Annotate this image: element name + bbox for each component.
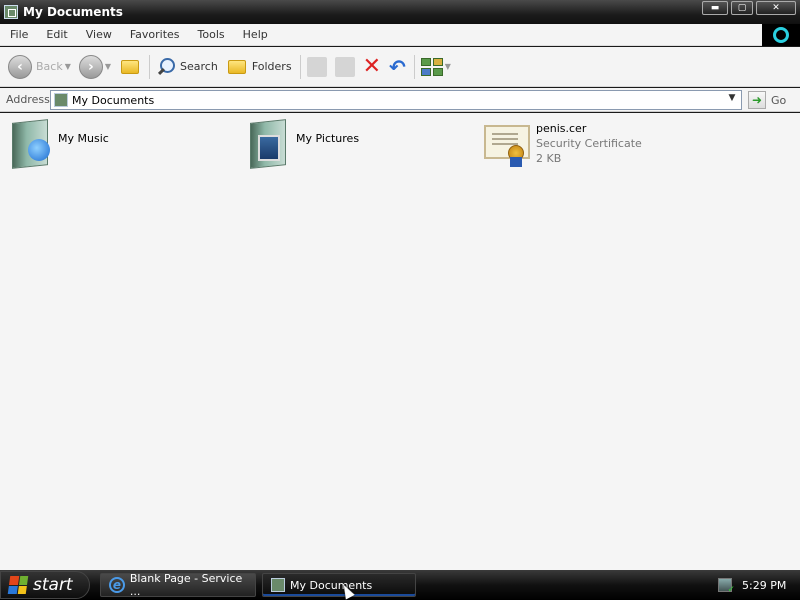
forward-arrow-icon: › xyxy=(78,54,103,79)
views-button[interactable]: ▼ xyxy=(420,57,451,76)
security-center-icon[interactable] xyxy=(718,578,735,595)
undo-icon: ↶ xyxy=(389,54,406,79)
certificate-icon xyxy=(482,121,532,167)
start-label: start xyxy=(33,575,73,595)
chevron-down-icon[interactable]: ▼ xyxy=(725,93,739,107)
taskbar-item-blank-page[interactable]: e Blank Page - Service ... xyxy=(100,572,256,598)
chevron-down-icon[interactable]: ▼ xyxy=(65,62,71,71)
back-arrow-icon: ‹ xyxy=(8,54,32,79)
address-label: Address xyxy=(6,93,50,106)
file-view[interactable]: My Music My Pictures penis.cer Security … xyxy=(0,113,800,570)
chevron-down-icon[interactable]: ▼ xyxy=(445,62,451,71)
my-documents-icon xyxy=(271,578,285,592)
menu-bar: File Edit View Favorites Tools Help xyxy=(0,24,800,46)
file-name: penis.cer xyxy=(536,122,587,135)
toolbar-divider xyxy=(149,54,151,79)
my-documents-icon xyxy=(4,5,18,19)
file-item-my-pictures[interactable]: My Pictures xyxy=(246,119,360,169)
back-button[interactable]: ‹ Back ▼ xyxy=(8,54,71,79)
taskbar-item-label: My Documents xyxy=(290,578,373,592)
toolbar-divider xyxy=(299,54,301,79)
address-value: My Documents xyxy=(72,93,155,107)
copy-to-button[interactable] xyxy=(334,56,355,77)
delete-button[interactable]: ✕ xyxy=(362,53,381,79)
undo-button[interactable]: ↶ xyxy=(389,55,406,79)
file-type: Security Certificate xyxy=(536,137,642,150)
file-item-certificate[interactable]: penis.cer Security Certificate 2 KB xyxy=(482,121,642,167)
back-label: Back xyxy=(36,60,63,73)
folders-button[interactable]: Folders xyxy=(226,56,292,78)
views-icon xyxy=(420,57,443,76)
delete-icon: ✕ xyxy=(362,53,381,79)
windows-logo-icon xyxy=(762,24,800,46)
address-input[interactable]: My Documents ▼ xyxy=(50,90,742,110)
menu-help[interactable]: Help xyxy=(233,28,276,41)
up-folder-icon xyxy=(119,56,141,78)
search-button[interactable]: Search xyxy=(156,57,218,77)
windows-flag-icon xyxy=(7,576,29,594)
title-bar: My Documents ▬ ▢ ✕ xyxy=(0,0,800,24)
file-item-my-music[interactable]: My Music xyxy=(8,119,109,169)
close-button[interactable]: ✕ xyxy=(756,1,796,15)
go-label: Go xyxy=(771,93,787,107)
address-bar: Address My Documents ▼ ➜ Go xyxy=(0,88,800,112)
chevron-down-icon[interactable]: ▼ xyxy=(105,62,111,71)
music-folder-icon xyxy=(8,119,54,169)
up-folder-button[interactable] xyxy=(119,56,141,78)
menu-favorites[interactable]: Favorites xyxy=(120,28,188,41)
system-tray: 5:29 PM xyxy=(710,572,800,598)
toolbar: ‹ Back ▼ › ▼ Search Folders ✕ ↶ ▼ xyxy=(0,47,800,87)
file-name: My Music xyxy=(58,132,109,145)
clock[interactable]: 5:29 PM xyxy=(742,579,786,592)
maximize-button[interactable]: ▢ xyxy=(731,1,753,15)
folder-icon xyxy=(226,56,248,78)
window-title: My Documents xyxy=(23,5,123,19)
move-to-button[interactable] xyxy=(306,56,327,77)
ie-icon: e xyxy=(109,577,125,593)
window-controls: ▬ ▢ ✕ xyxy=(702,1,796,15)
search-label: Search xyxy=(180,60,218,73)
toolbar-divider xyxy=(413,54,415,79)
folders-label: Folders xyxy=(251,60,292,73)
copy-to-icon xyxy=(334,56,355,77)
file-name: My Pictures xyxy=(296,132,360,145)
minimize-button[interactable]: ▬ xyxy=(702,1,728,15)
taskbar-item-my-documents[interactable]: My Documents xyxy=(262,573,416,597)
start-button[interactable]: start xyxy=(0,571,90,599)
pictures-folder-icon xyxy=(246,119,292,169)
menu-file[interactable]: File xyxy=(0,28,36,41)
forward-button[interactable]: › ▼ xyxy=(78,54,111,79)
taskbar: start e Blank Page - Service ... My Docu… xyxy=(0,570,800,600)
go-arrow-icon: ➜ xyxy=(748,91,766,109)
taskbar-item-label: Blank Page - Service ... xyxy=(129,572,243,598)
move-to-icon xyxy=(306,56,327,77)
menu-tools[interactable]: Tools xyxy=(188,28,233,41)
go-button[interactable]: ➜ Go xyxy=(748,91,786,109)
my-documents-icon xyxy=(54,93,68,107)
menu-edit[interactable]: Edit xyxy=(36,28,75,41)
menu-view[interactable]: View xyxy=(76,28,120,41)
search-icon xyxy=(156,57,176,77)
file-size: 2 KB xyxy=(536,152,562,165)
